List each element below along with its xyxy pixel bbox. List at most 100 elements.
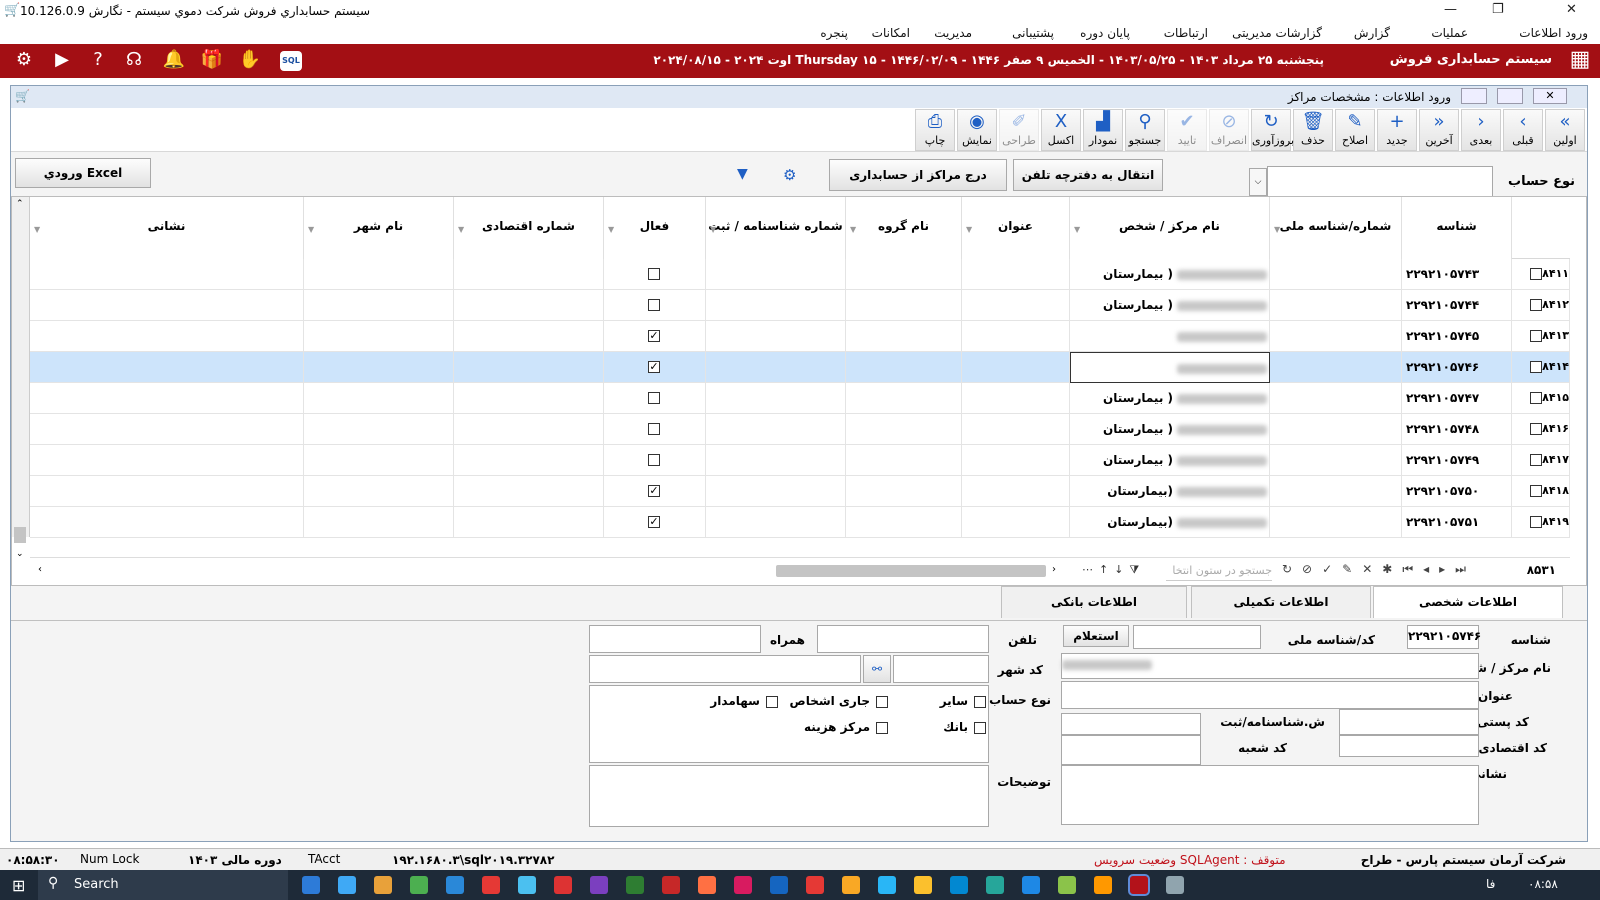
cell-national[interactable] <box>1270 259 1402 290</box>
cell-group[interactable] <box>846 476 962 507</box>
cell-national[interactable] <box>1270 321 1402 352</box>
menu-item-support[interactable]: پشتيبانی <box>1012 26 1054 40</box>
title-field[interactable] <box>1061 681 1479 709</box>
transfer-to-phonebook-button[interactable]: انتقال به دفترچه تلفن <box>1013 159 1163 191</box>
cell-title[interactable] <box>962 383 1070 414</box>
cell-city[interactable] <box>304 321 454 352</box>
bookmark-icon[interactable]: ▼ <box>737 166 748 182</box>
toolbar-print-button[interactable]: ⎙ چاپ <box>915 109 955 151</box>
toolbar-cancel-button[interactable]: ⊘ انصراف <box>1209 109 1249 151</box>
cell-id[interactable]: ۲۲۹۲۱۰۵۷۴۳ <box>1402 259 1512 290</box>
cell-eco[interactable] <box>454 383 604 414</box>
column-header-eco[interactable]: شماره اقتصادی ▼ <box>454 197 604 259</box>
app-icon-vpn[interactable] <box>986 876 1004 894</box>
checkbox-other[interactable] <box>974 696 986 708</box>
checkbox-current-accounts[interactable] <box>876 696 888 708</box>
column-header-active[interactable]: فعال ▼ <box>604 197 706 259</box>
cell-regno[interactable] <box>706 414 846 445</box>
cell-title[interactable] <box>962 259 1070 290</box>
minimize-button[interactable]: — <box>1444 2 1457 17</box>
branch-code-field[interactable] <box>1061 735 1201 765</box>
tab-personal[interactable]: اطلاعات شخصی <box>1373 586 1563 618</box>
birth-cert-field[interactable] <box>1061 713 1201 735</box>
app-icon-tool[interactable] <box>410 876 428 894</box>
column-header-title[interactable]: عنوان ▼ <box>962 197 1070 259</box>
menu-item-period-end[interactable]: پايان دوره <box>1080 26 1130 40</box>
cell-national[interactable] <box>1270 476 1402 507</box>
active-checkbox[interactable] <box>648 268 660 280</box>
cell-national[interactable] <box>1270 290 1402 321</box>
settings-icon[interactable]: ⚙ <box>783 166 796 184</box>
table-row[interactable]: ۸۴۱۳ ۲۲۹۲۱۰۵۷۴۵ ✓ <box>30 321 1570 352</box>
cell-name[interactable]: ( بيمارستان <box>1070 414 1270 445</box>
cell-name[interactable]: ( بيمارستان <box>1070 445 1270 476</box>
close-button[interactable]: ✕ <box>1566 2 1577 17</box>
filter-arrow-icon[interactable]: ▼ <box>966 221 972 239</box>
inner-close-button[interactable]: ✕ <box>1533 88 1567 104</box>
row-select-checkbox[interactable] <box>1530 423 1542 435</box>
insert-centers-button[interactable]: درج مراكز از حسابداری <box>829 159 1007 191</box>
cell-national[interactable] <box>1270 445 1402 476</box>
cell-group[interactable] <box>846 259 962 290</box>
cell-title[interactable] <box>962 414 1070 445</box>
filter-arrow-icon[interactable]: ▼ <box>1074 221 1080 239</box>
app-icon-dx2[interactable] <box>806 876 824 894</box>
active-checkbox[interactable]: ✓ <box>648 516 660 528</box>
active-checkbox[interactable] <box>648 299 660 311</box>
cell-eco[interactable] <box>454 321 604 352</box>
cell-city[interactable] <box>304 352 454 383</box>
menu-item-data-entry[interactable]: ورود اطلاعات <box>1519 26 1588 40</box>
toolbar-design-button[interactable]: ✐ طراحی <box>999 109 1039 151</box>
app-icon-vs[interactable] <box>590 876 608 894</box>
cell-active[interactable]: ✓ <box>604 321 706 352</box>
postal-code-field[interactable] <box>1339 709 1479 735</box>
cell-id[interactable]: ۲۲۹۲۱۰۵۷۴۵ <box>1402 321 1512 352</box>
row-select-checkbox[interactable] <box>1530 516 1542 528</box>
filter-arrow-icon[interactable]: ▼ <box>608 221 614 239</box>
cell-id[interactable]: ۲۲۹۲۱۰۵۷۴۸ <box>1402 414 1512 445</box>
cell-title[interactable] <box>962 352 1070 383</box>
cell-id[interactable]: ۲۲۹۲۱۰۵۷۵۰ <box>1402 476 1512 507</box>
cell-title[interactable] <box>962 476 1070 507</box>
active-checkbox[interactable] <box>648 423 660 435</box>
cell-active[interactable] <box>604 259 706 290</box>
app-icon-u[interactable] <box>770 876 788 894</box>
cell-regno[interactable] <box>706 321 846 352</box>
toolbar-last-button[interactable]: » آخرين <box>1419 109 1459 151</box>
menu-item-management-reports[interactable]: گزارشات مديريتی <box>1232 26 1322 40</box>
app-icon-browser[interactable] <box>446 876 464 894</box>
toolbar-refresh-button[interactable]: ↻ بروزآوری <box>1251 109 1294 151</box>
excel-import-button[interactable]: ورودي Excel <box>15 158 151 188</box>
cell-address[interactable] <box>30 290 304 321</box>
filter-arrow-icon[interactable]: ▼ <box>34 221 40 239</box>
cell-id[interactable]: ۲۲۹۲۱۰۵۷۵۱ <box>1402 507 1512 538</box>
cell-title[interactable] <box>962 290 1070 321</box>
cell-active[interactable] <box>604 445 706 476</box>
cell-group[interactable] <box>846 507 962 538</box>
toolbar-first-button[interactable]: « اولين <box>1545 109 1585 151</box>
column-header-city[interactable]: نام شهر ▼ <box>304 197 454 259</box>
toolbar-edit-button[interactable]: ✎ اصلاح <box>1335 109 1375 151</box>
vertical-scrollbar[interactable]: ⌃ ⌄ <box>12 197 30 559</box>
gear-icon[interactable]: ⚙ <box>12 48 36 72</box>
cell-regno[interactable] <box>706 290 846 321</box>
table-row[interactable]: ۸۴۱۸ ۲۲۹۲۱۰۵۷۵۰ (بيمارستان ✓ <box>30 476 1570 507</box>
chevron-down-icon[interactable]: ⌵ <box>1249 168 1267 196</box>
cell-active[interactable]: ✓ <box>604 507 706 538</box>
windows-start-icon[interactable]: ⊞ <box>12 876 25 895</box>
app-icon-edge[interactable] <box>338 876 356 894</box>
cell-name[interactable]: (بيمارستان <box>1070 507 1270 538</box>
checkbox-cost-center[interactable] <box>876 722 888 734</box>
active-checkbox[interactable] <box>648 454 660 466</box>
cell-city[interactable] <box>304 476 454 507</box>
cell-active[interactable]: ✓ <box>604 352 706 383</box>
table-row[interactable]: ۸۴۱۴ ۲۲۹۲۱۰۵۷۴۶ ✓ <box>30 352 1570 383</box>
tab-additional[interactable]: اطلاعات تكميلی <box>1191 586 1371 618</box>
scroll-up-icon[interactable]: ⌃ <box>16 199 24 209</box>
cell-group[interactable] <box>846 352 962 383</box>
app-icon-code[interactable] <box>950 876 968 894</box>
cell-eco[interactable] <box>454 445 604 476</box>
cell-city[interactable] <box>304 383 454 414</box>
cell-regno[interactable] <box>706 445 846 476</box>
cell-regno[interactable] <box>706 259 846 290</box>
